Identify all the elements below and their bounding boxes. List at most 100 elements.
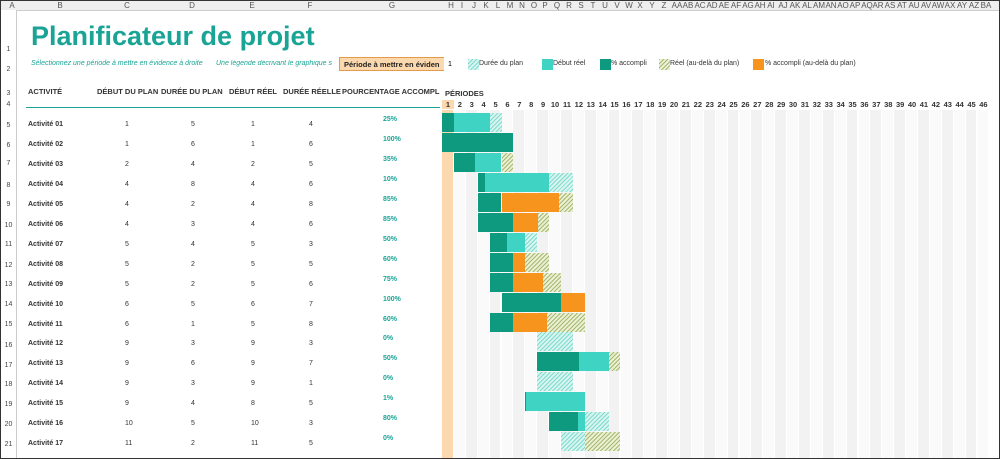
actual-duration-cell[interactable]: 5 — [309, 161, 313, 168]
activity-name[interactable]: Activité 02 — [28, 141, 63, 148]
activity-name[interactable]: Activité 03 — [28, 161, 63, 168]
activity-name[interactable]: Activité 12 — [28, 340, 63, 347]
percent-complete-cell[interactable]: 100% — [383, 136, 401, 143]
actual-duration-cell[interactable]: 3 — [309, 420, 313, 427]
row-number[interactable]: 14 — [1, 301, 16, 308]
actual-start-cell[interactable]: 5 — [251, 281, 255, 288]
plan-start-cell[interactable]: 9 — [125, 340, 129, 347]
row-number[interactable]: 11 — [1, 241, 16, 248]
activity-name[interactable]: Activité 06 — [28, 221, 63, 228]
actual-duration-cell[interactable]: 3 — [309, 340, 313, 347]
plan-duration-cell[interactable]: 6 — [191, 141, 195, 148]
actual-duration-cell[interactable]: 7 — [309, 301, 313, 308]
actual-start-cell[interactable]: 5 — [251, 321, 255, 328]
plan-duration-cell[interactable]: 8 — [191, 181, 195, 188]
plan-duration-cell[interactable]: 2 — [191, 261, 195, 268]
period-highlight-input[interactable]: 1 — [444, 57, 456, 71]
row-number[interactable]: 8 — [1, 182, 16, 189]
column-header[interactable]: B — [53, 1, 67, 10]
row-number[interactable]: 7 — [1, 160, 16, 167]
plan-start-cell[interactable]: 11 — [125, 440, 132, 447]
plan-start-cell[interactable]: 4 — [125, 181, 129, 188]
actual-duration-cell[interactable]: 1 — [309, 380, 313, 387]
actual-start-cell[interactable]: 8 — [251, 400, 255, 407]
actual-start-cell[interactable]: 5 — [251, 241, 255, 248]
plan-duration-cell[interactable]: 5 — [191, 301, 195, 308]
activity-name[interactable]: Activité 07 — [28, 241, 63, 248]
row-number[interactable]: 17 — [1, 362, 16, 369]
activity-name[interactable]: Activité 17 — [28, 440, 63, 447]
percent-complete-cell[interactable]: 85% — [383, 216, 397, 223]
row-number[interactable]: 9 — [1, 201, 16, 208]
plan-duration-cell[interactable]: 2 — [191, 201, 195, 208]
activity-name[interactable]: Activité 04 — [28, 181, 63, 188]
actual-duration-cell[interactable]: 5 — [309, 440, 313, 447]
actual-duration-cell[interactable]: 8 — [309, 321, 313, 328]
plan-start-cell[interactable]: 4 — [125, 221, 129, 228]
activity-name[interactable]: Activité 10 — [28, 301, 63, 308]
plan-start-cell[interactable]: 1 — [125, 121, 129, 128]
row-number[interactable]: 3 — [1, 90, 16, 97]
plan-duration-cell[interactable]: 3 — [191, 221, 195, 228]
percent-complete-cell[interactable]: 10% — [383, 176, 397, 183]
row-number[interactable]: 16 — [1, 342, 16, 349]
activity-name[interactable]: Activité 16 — [28, 420, 63, 427]
plan-start-cell[interactable]: 9 — [125, 400, 129, 407]
plan-start-cell[interactable]: 10 — [125, 420, 133, 427]
plan-duration-cell[interactable]: 2 — [191, 281, 195, 288]
percent-complete-cell[interactable]: 25% — [383, 116, 397, 123]
actual-start-cell[interactable]: 5 — [251, 261, 255, 268]
percent-complete-cell[interactable]: 35% — [383, 156, 397, 163]
actual-start-cell[interactable]: 10 — [251, 420, 259, 427]
activity-name[interactable]: Activité 11 — [28, 321, 63, 328]
actual-start-cell[interactable]: 6 — [251, 301, 255, 308]
plan-start-cell[interactable]: 9 — [125, 360, 129, 367]
actual-start-cell[interactable]: 1 — [251, 141, 255, 148]
percent-complete-cell[interactable]: 0% — [383, 375, 393, 382]
percent-complete-cell[interactable]: 0% — [383, 335, 393, 342]
actual-start-cell[interactable]: 9 — [251, 380, 255, 387]
percent-complete-cell[interactable]: 75% — [383, 276, 397, 283]
actual-duration-cell[interactable]: 5 — [309, 261, 313, 268]
actual-duration-cell[interactable]: 6 — [309, 281, 313, 288]
actual-start-cell[interactable]: 1 — [251, 121, 255, 128]
row-number[interactable]: 21 — [1, 441, 16, 448]
percent-complete-cell[interactable]: 80% — [383, 415, 397, 422]
plan-duration-cell[interactable]: 3 — [191, 340, 195, 347]
actual-start-cell[interactable]: 4 — [251, 201, 255, 208]
plan-start-cell[interactable]: 4 — [125, 201, 129, 208]
row-number[interactable]: 13 — [1, 281, 16, 288]
plan-start-cell[interactable]: 6 — [125, 301, 129, 308]
actual-start-cell[interactable]: 4 — [251, 221, 255, 228]
actual-duration-cell[interactable]: 6 — [309, 181, 313, 188]
plan-duration-cell[interactable]: 6 — [191, 360, 195, 367]
row-number[interactable]: 18 — [1, 381, 16, 388]
plan-duration-cell[interactable]: 4 — [191, 400, 195, 407]
plan-duration-cell[interactable]: 5 — [191, 121, 195, 128]
actual-start-cell[interactable]: 2 — [251, 161, 255, 168]
plan-start-cell[interactable]: 5 — [125, 261, 129, 268]
column-header[interactable]: G — [385, 1, 399, 10]
activity-name[interactable]: Activité 05 — [28, 201, 63, 208]
activity-name[interactable]: Activité 09 — [28, 281, 63, 288]
row-number[interactable]: 6 — [1, 142, 16, 149]
row-number[interactable]: 4 — [1, 101, 16, 108]
actual-duration-cell[interactable]: 7 — [309, 360, 313, 367]
plan-start-cell[interactable]: 2 — [125, 161, 129, 168]
row-number[interactable]: 20 — [1, 421, 16, 428]
row-number[interactable]: 5 — [1, 122, 16, 129]
percent-complete-cell[interactable]: 100% — [383, 296, 401, 303]
plan-duration-cell[interactable]: 4 — [191, 161, 195, 168]
row-number[interactable]: 1 — [1, 46, 16, 53]
plan-start-cell[interactable]: 5 — [125, 241, 129, 248]
activity-name[interactable]: Activité 15 — [28, 400, 63, 407]
column-header[interactable]: D — [185, 1, 199, 10]
column-header[interactable]: F — [303, 1, 317, 10]
column-header[interactable]: E — [245, 1, 259, 10]
activity-name[interactable]: Activité 01 — [28, 121, 63, 128]
actual-duration-cell[interactable]: 5 — [309, 400, 313, 407]
percent-complete-cell[interactable]: 60% — [383, 256, 397, 263]
row-number[interactable]: 15 — [1, 321, 16, 328]
column-header[interactable]: C — [120, 1, 134, 10]
percent-complete-cell[interactable]: 50% — [383, 355, 397, 362]
